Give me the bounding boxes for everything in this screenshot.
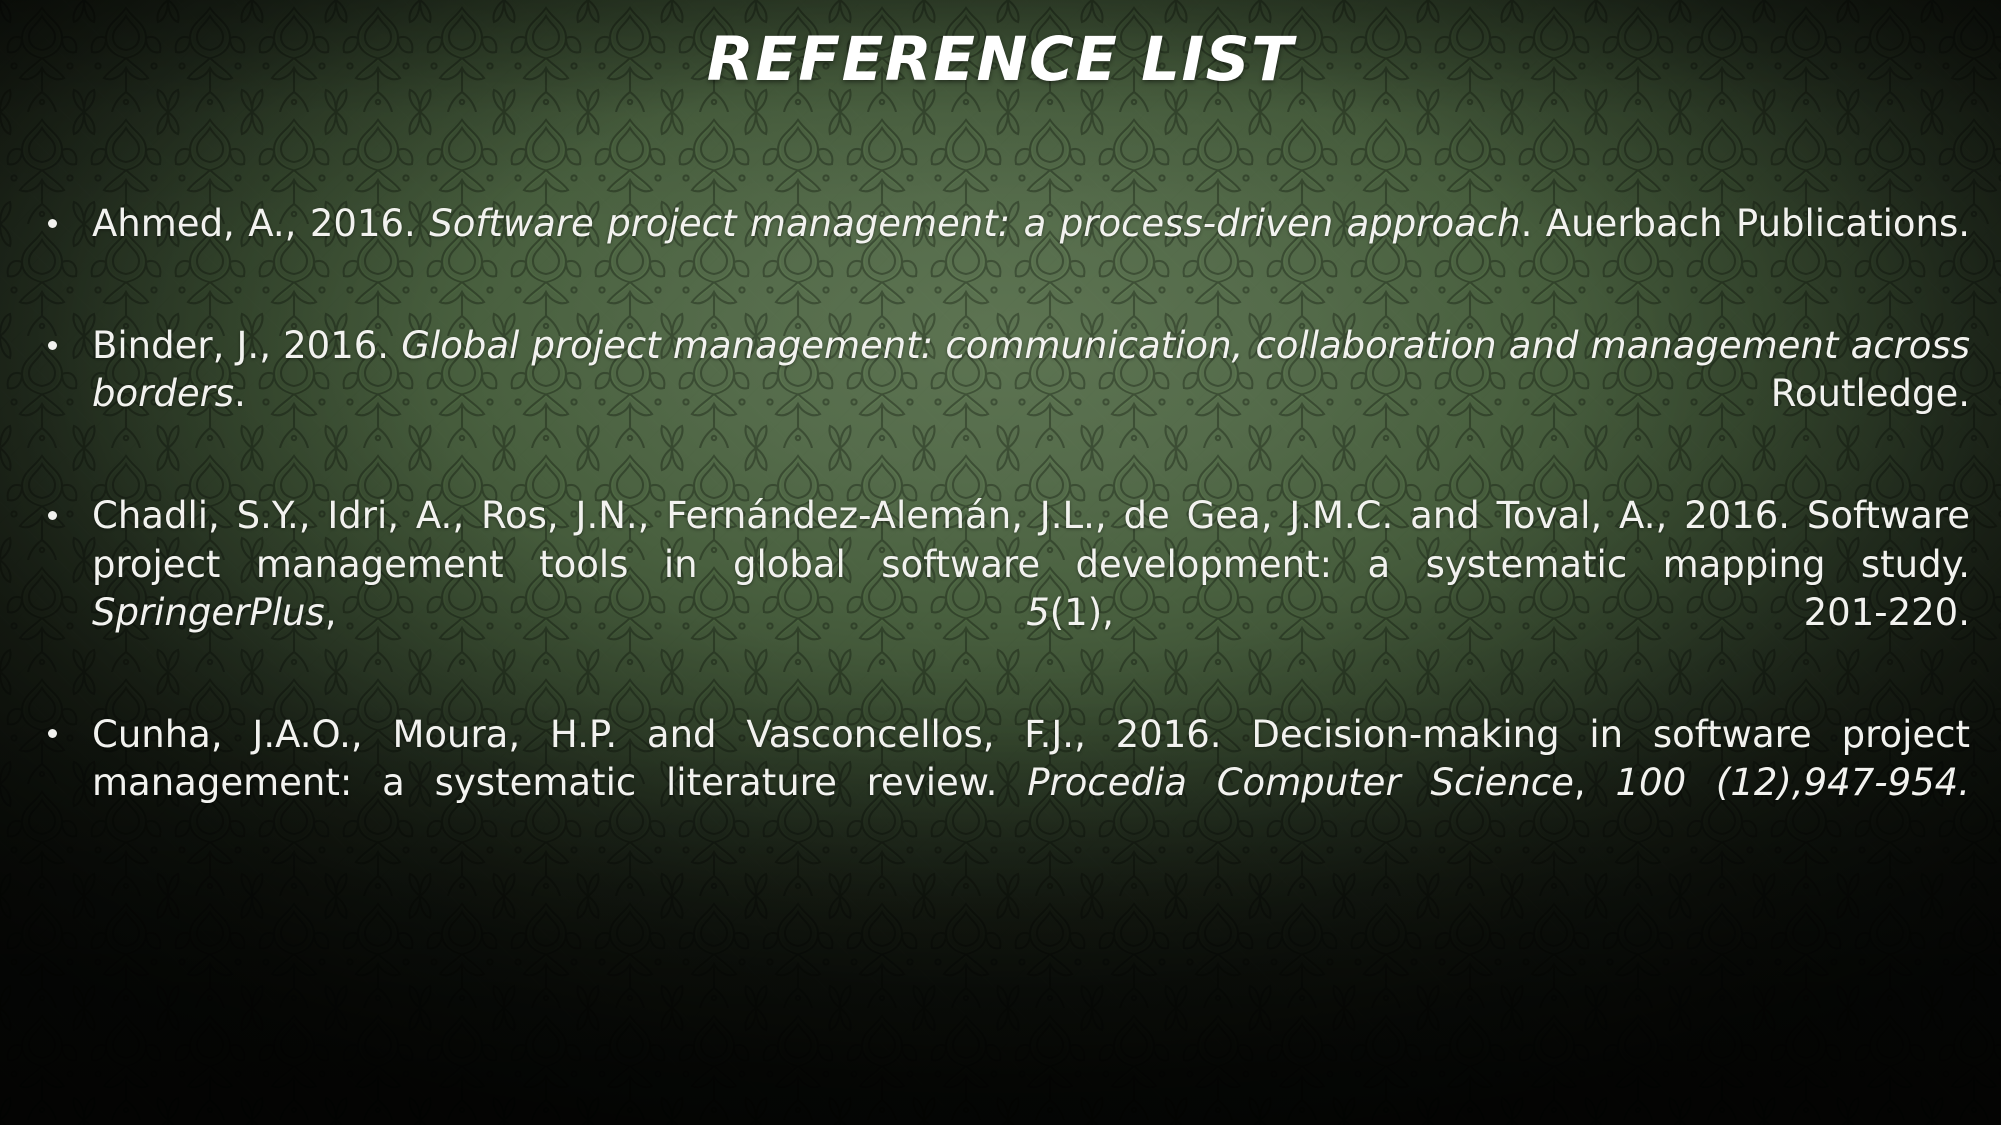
reference-run-regular: (1), 201-220. [1049, 590, 1970, 634]
bullet-icon [48, 340, 57, 350]
reference-text: Ahmed, A., 2016. Software project manage… [92, 202, 1970, 293]
reference-item: Ahmed, A., 2016. Software project manage… [30, 200, 1970, 296]
reference-text: Binder, J., 2016. Global project managem… [92, 324, 1970, 463]
slide-title: REFERENCE LIST [706, 24, 1295, 95]
bullet-icon [48, 729, 57, 739]
bullet-icon [48, 218, 57, 228]
reference-run-italic: SpringerPlus [92, 590, 325, 634]
reference-text: Chadli, S.Y., Idri, A., Ros, J.N., Ferná… [92, 494, 1970, 681]
reference-run-regular: , [1573, 760, 1616, 804]
reference-run-regular: Binder, J., 2016. [92, 324, 402, 368]
reference-run-italic: Software project management: a process-d… [429, 202, 1521, 245]
reference-run-regular: Ahmed, A., 2016. [92, 202, 430, 245]
reference-run-regular: . Routledge. [234, 372, 1970, 416]
reference-run-italic: Procedia Computer Science [1027, 760, 1574, 804]
reference-list: Ahmed, A., 2016. Software project manage… [30, 200, 1970, 855]
reference-run-regular: , [324, 590, 1027, 634]
reference-run-regular: . Auerbach Publications. [1520, 202, 1970, 245]
slide-content: REFERENCE LIST Ahmed, A., 2016. Software… [0, 0, 2001, 1125]
reference-item: Binder, J., 2016. Global project managem… [30, 322, 1970, 466]
reference-run-italic: 5 [1026, 590, 1050, 634]
reference-run-regular: Chadli, S.Y., Idri, A., Ros, J.N., Ferná… [92, 494, 1970, 586]
reference-text: Cunha, J.A.O., Moura, H.P. and Vasconcel… [92, 713, 1970, 852]
slide: REFERENCE LIST Ahmed, A., 2016. Software… [0, 0, 2001, 1125]
reference-item: Chadli, S.Y., Idri, A., Ros, J.N., Ferná… [30, 492, 1970, 684]
bullet-icon [48, 510, 57, 520]
reference-run-italic: 100 (12),947-954. [1615, 760, 1970, 804]
reference-item: Cunha, J.A.O., Moura, H.P. and Vasconcel… [30, 711, 1970, 855]
